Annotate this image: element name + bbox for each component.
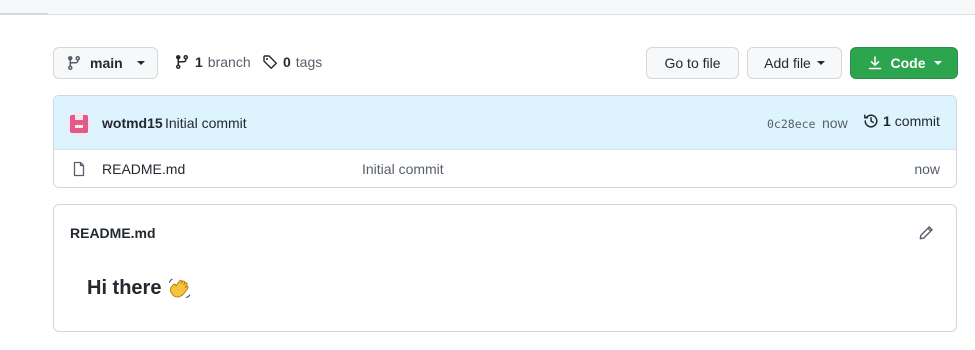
readme-title[interactable]: README.md <box>70 225 156 241</box>
branch-select-button[interactable]: main <box>53 47 158 79</box>
branch-count: 1 <box>195 54 203 70</box>
readme-heading: Hi there <box>87 276 191 300</box>
add-file-button[interactable]: Add file <box>747 47 842 79</box>
repo-nav-bar <box>0 0 975 15</box>
tags-link[interactable]: 0 tags <box>262 54 322 70</box>
branch-name: main <box>90 55 123 71</box>
git-branch-icon <box>67 56 80 71</box>
active-tab-underline <box>0 13 48 15</box>
download-icon <box>868 56 881 70</box>
code-label: Code <box>890 55 926 71</box>
readme-panel: README.md Hi there <box>53 204 957 332</box>
add-file-label: Add file <box>764 55 811 71</box>
code-button[interactable]: Code <box>850 47 958 79</box>
commit-sha-link[interactable]: 0c28ece <box>767 117 815 131</box>
file-listing: wotmd15 Initial commit 0c28ece now 1 com… <box>53 95 957 188</box>
commit-time: now <box>822 115 848 131</box>
git-branch-icon <box>175 55 188 70</box>
avatar[interactable] <box>67 112 91 136</box>
tag-icon <box>263 55 277 69</box>
waving-hand-icon <box>169 278 191 298</box>
go-to-file-button[interactable]: Go to file <box>646 47 739 79</box>
commit-count: 1 <box>883 113 891 129</box>
chevron-down-icon <box>136 61 145 65</box>
commit-author-link[interactable]: wotmd15 <box>102 115 163 131</box>
chevron-down-icon <box>816 61 825 65</box>
go-to-file-label: Go to file <box>664 55 721 71</box>
file-icon <box>73 161 85 177</box>
history-icon <box>864 114 878 128</box>
pencil-icon[interactable] <box>918 225 934 241</box>
readme-heading-text: Hi there <box>87 276 162 299</box>
commit-history-link[interactable]: 1 commit <box>863 113 940 129</box>
branches-link[interactable]: 1 branch <box>174 54 251 70</box>
tag-label: tags <box>295 54 323 70</box>
tag-count: 0 <box>283 54 291 70</box>
file-name-link[interactable]: README.md <box>102 161 185 177</box>
file-row: README.md Initial commit now <box>54 150 956 187</box>
latest-commit-bar: wotmd15 Initial commit 0c28ece now 1 com… <box>54 96 956 150</box>
commit-label: commit <box>894 113 940 129</box>
chevron-down-icon <box>933 61 942 65</box>
file-commit-message-link[interactable]: Initial commit <box>362 161 444 177</box>
identicon-icon <box>67 112 91 136</box>
commit-message-link[interactable]: Initial commit <box>165 115 247 131</box>
file-time: now <box>914 161 940 177</box>
branch-label: branch <box>207 54 251 70</box>
